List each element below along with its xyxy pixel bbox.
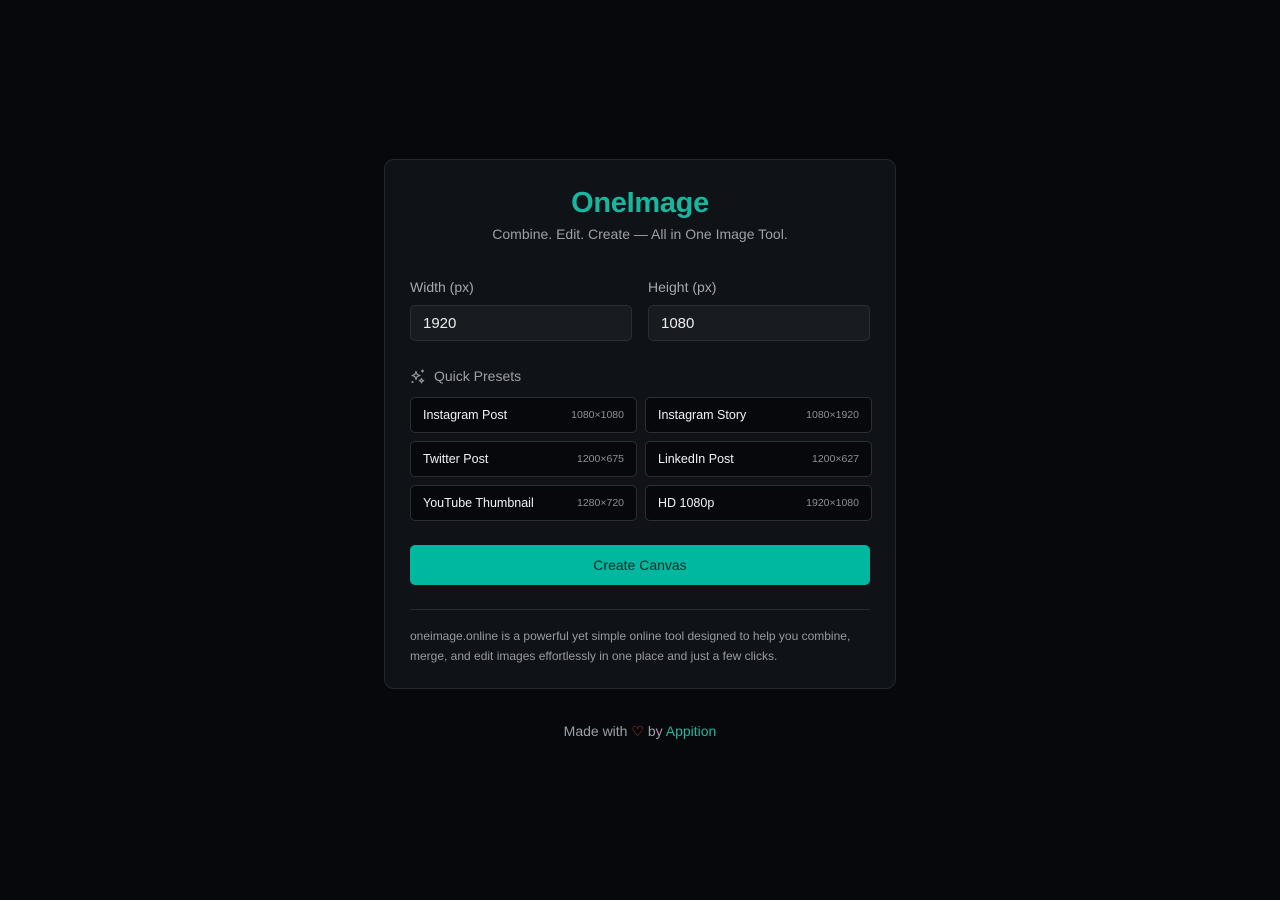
footer: Made with ♡ by Appition: [0, 722, 1280, 740]
preset-size: 1080×1920: [806, 409, 859, 421]
preset-grid: Instagram Post 1080×1080 Instagram Story…: [410, 397, 872, 521]
preset-name: HD 1080p: [658, 496, 715, 510]
height-input[interactable]: [648, 305, 870, 341]
preset-name: Instagram Story: [658, 408, 747, 422]
app-description: oneimage.online is a powerful yet simple…: [410, 629, 851, 663]
preset-name: LinkedIn Post: [658, 452, 734, 466]
footer-by: by: [647, 723, 663, 739]
preset-twitter-post[interactable]: Twitter Post 1200×675: [410, 441, 637, 477]
preset-size: 1920×1080: [806, 497, 859, 509]
preset-name: YouTube Thumbnail: [423, 496, 534, 510]
presets-title: Quick Presets: [434, 368, 522, 384]
preset-size: 1200×675: [576, 453, 624, 465]
create-canvas-button[interactable]: Create Canvas: [410, 545, 870, 585]
preset-size: 1200×627: [811, 453, 859, 465]
preset-hd-1080p[interactable]: HD 1080p 1920×1080: [645, 485, 872, 521]
divider: [410, 609, 870, 610]
preset-size: 1080×1080: [571, 409, 624, 421]
presets-header: Quick Presets: [410, 367, 870, 385]
preset-youtube-thumbnail[interactable]: YouTube Thumbnail 1280×720: [410, 485, 637, 521]
preset-instagram-post[interactable]: Instagram Post 1080×1080: [410, 397, 637, 433]
preset-name: Twitter Post: [423, 452, 489, 466]
heart-icon: ♡: [631, 723, 644, 739]
appition-link[interactable]: Appition: [666, 723, 717, 739]
preset-linkedin-post[interactable]: LinkedIn Post 1200×627: [645, 441, 872, 477]
width-group: Width (px): [410, 278, 632, 341]
sparkles-icon: [410, 368, 426, 384]
width-input[interactable]: [410, 305, 632, 341]
height-label: Height (px): [648, 279, 717, 295]
app-tagline: Combine. Edit. Create — All in One Image…: [492, 226, 788, 242]
width-label: Width (px): [410, 279, 474, 295]
app-title: OneImage: [571, 187, 709, 219]
height-group: Height (px): [648, 278, 870, 341]
dimension-fields: Width (px) Height (px): [410, 278, 870, 341]
preset-name: Instagram Post: [423, 408, 508, 422]
preset-instagram-story[interactable]: Instagram Story 1080×1920: [645, 397, 872, 433]
preset-size: 1280×720: [576, 497, 624, 509]
footer-prefix: Made with: [563, 723, 628, 739]
canvas-setup-card: OneImage Combine. Edit. Create — All in …: [384, 159, 896, 689]
